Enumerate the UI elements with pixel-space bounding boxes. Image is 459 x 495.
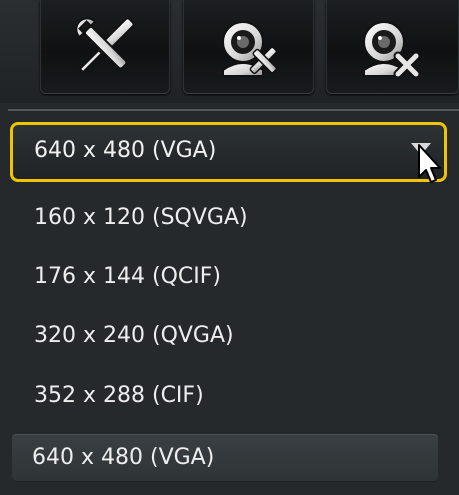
camera-remove-icon bbox=[363, 21, 421, 79]
camera-settings-icon bbox=[222, 21, 278, 77]
tools-icon bbox=[75, 17, 135, 73]
tools-button[interactable] bbox=[40, 0, 170, 94]
resolution-option[interactable]: 320 x 240 (QVGA) bbox=[12, 313, 444, 359]
resolution-option[interactable]: 160 x 120 (SQVGA) bbox=[12, 195, 444, 241]
resolution-option[interactable]: 352 x 288 (CIF) bbox=[12, 373, 444, 419]
resolution-option-selected[interactable]: 640 x 480 (VGA) bbox=[12, 434, 438, 482]
resolution-select-value: 640 x 480 (VGA) bbox=[34, 138, 217, 163]
camera-settings-button[interactable] bbox=[183, 0, 314, 94]
toolbar bbox=[0, 0, 459, 103]
mouse-cursor-icon bbox=[411, 143, 441, 183]
camera-remove-button[interactable] bbox=[326, 0, 459, 94]
resolution-select[interactable]: 640 x 480 (VGA) bbox=[10, 122, 447, 183]
camera-settings-panel: 640 x 480 (VGA) 160 x 120 (SQVGA) 176 x … bbox=[0, 0, 459, 495]
resolution-option[interactable]: 176 x 144 (QCIF) bbox=[12, 254, 444, 300]
toolbar-divider bbox=[8, 109, 459, 111]
